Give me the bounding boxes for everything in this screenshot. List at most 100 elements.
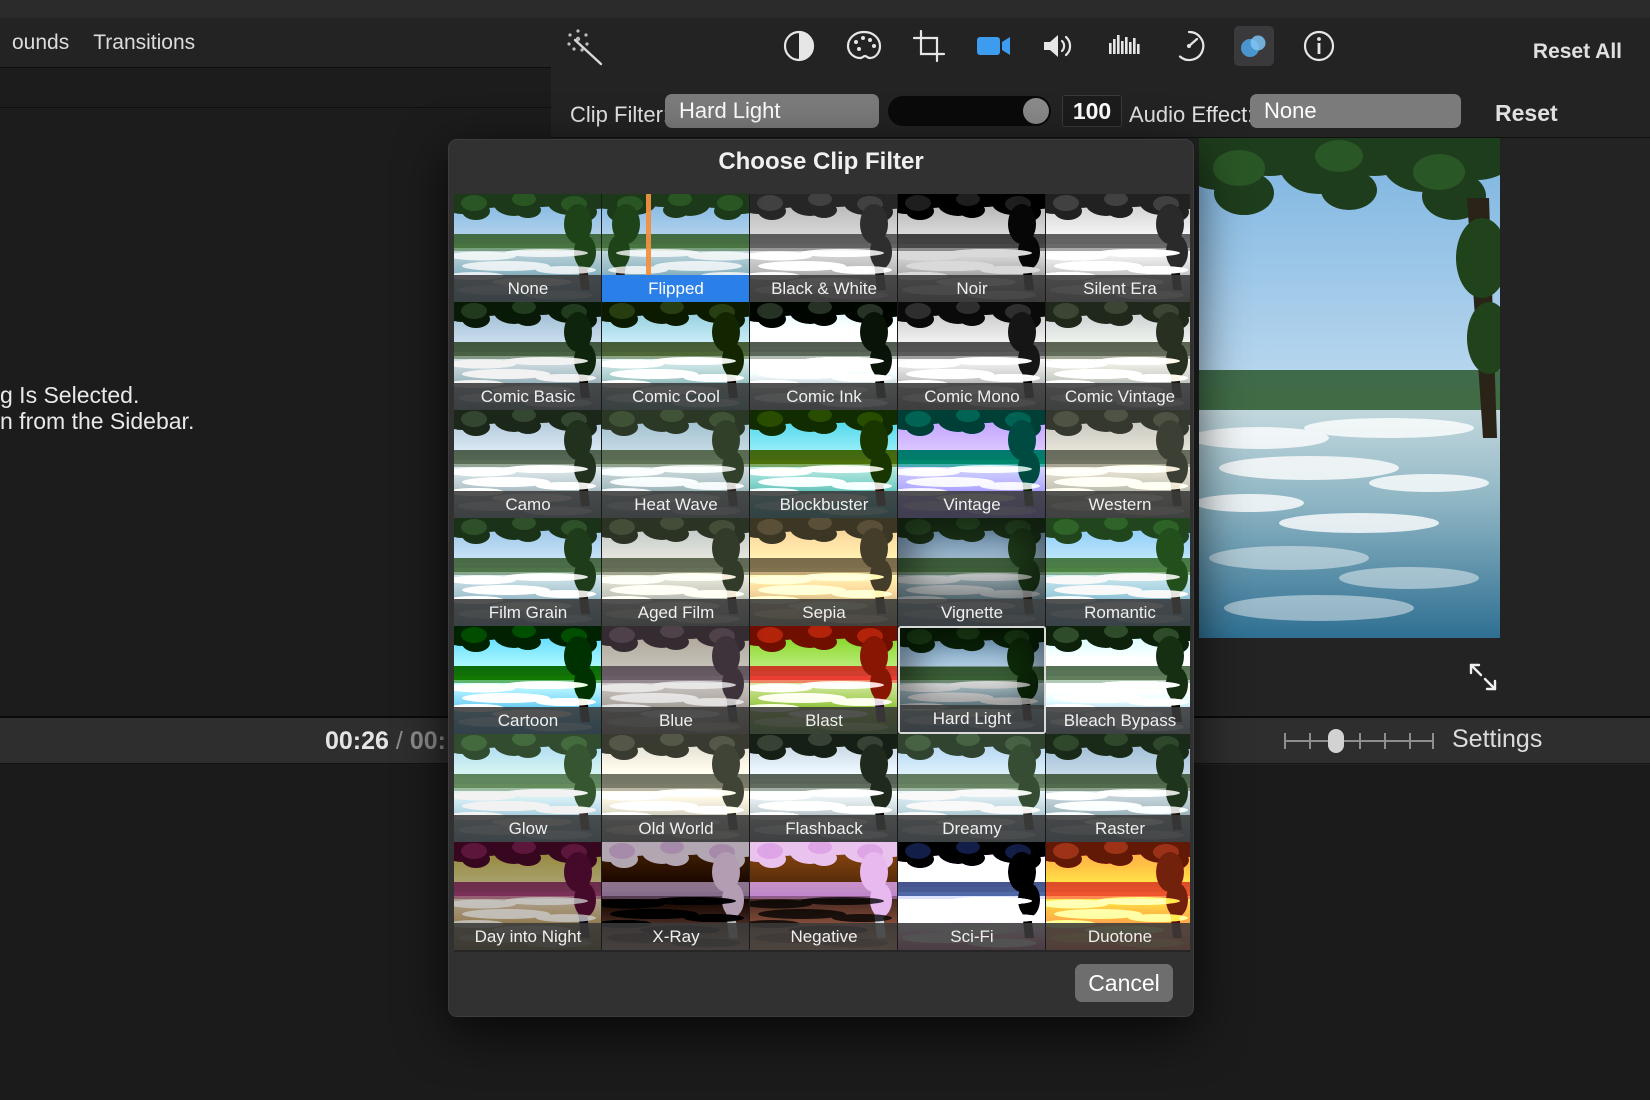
filter-label: Comic Cool <box>602 383 750 410</box>
clip-filter-popup-button[interactable]: Hard Light <box>665 94 879 128</box>
filter-cell-oldworld[interactable]: Old World <box>602 734 750 842</box>
filter-cell-western[interactable]: Western <box>1046 410 1190 518</box>
dialog-footer: Cancel <box>449 952 1194 1016</box>
audio-effect-label: Audio Effect: <box>1129 102 1253 128</box>
slider-tick <box>1432 733 1434 749</box>
filter-cell-bw[interactable]: Black & White <box>750 194 898 302</box>
filter-label: Flipped <box>602 275 750 302</box>
filter-cell-scifi[interactable]: Sci-Fi <box>898 842 1046 950</box>
filter-cell-blockbuster[interactable]: Blockbuster <box>750 410 898 518</box>
timecode-display: 00:26 / 00: <box>325 727 446 756</box>
filter-cell-duotone[interactable]: Duotone <box>1046 842 1190 950</box>
total-time: 00: <box>410 727 446 755</box>
filter-grid: None <box>454 194 1190 950</box>
color-correction-icon[interactable] <box>844 26 884 66</box>
filter-label: Duotone <box>1046 923 1190 950</box>
filter-cell-blue[interactable]: Blue <box>602 626 750 734</box>
slider-knob[interactable] <box>1023 98 1049 124</box>
volume-icon[interactable] <box>1039 26 1079 66</box>
filter-label: Comic Mono <box>898 383 1046 410</box>
browser-subheader <box>0 68 551 108</box>
filter-cell-romantic[interactable]: Romantic <box>1046 518 1190 626</box>
zoom-slider-knob[interactable] <box>1328 729 1344 753</box>
filter-label: Vintage <box>898 491 1046 518</box>
slider-tick <box>1284 733 1286 749</box>
clip-filter-label: Clip Filter: <box>570 102 669 128</box>
clip-filter-icon[interactable] <box>1234 26 1274 66</box>
filter-intensity-value[interactable]: 100 <box>1062 95 1122 127</box>
color-balance-icon[interactable] <box>779 26 819 66</box>
settings-button[interactable]: Settings <box>1452 725 1542 754</box>
filter-label: Glow <box>454 815 602 842</box>
filter-label: Sepia <box>750 599 898 626</box>
filter-cell-silent[interactable]: Silent Era <box>1046 194 1190 302</box>
filter-cell-vintage[interactable]: Vintage <box>898 410 1046 518</box>
video-preview <box>1199 138 1500 638</box>
empty-state-line2: n from the Sidebar. <box>0 408 300 434</box>
current-time: 00:26 <box>325 727 389 755</box>
filter-cell-sepia[interactable]: Sepia <box>750 518 898 626</box>
filter-cell-xray[interactable]: X-Ray <box>602 842 750 950</box>
filter-label: Comic Basic <box>454 383 602 410</box>
info-icon[interactable] <box>1299 26 1339 66</box>
filter-cell-raster[interactable]: Raster <box>1046 734 1190 842</box>
timeline-zoom-slider[interactable] <box>1284 728 1434 754</box>
auto-enhance-icon[interactable] <box>563 26 609 72</box>
filter-cell-comicink[interactable]: Comic Ink <box>750 302 898 410</box>
filter-cell-vignette[interactable]: Vignette <box>898 518 1046 626</box>
speed-icon[interactable] <box>1169 26 1209 66</box>
filter-cell-comicvintage[interactable]: Comic Vintage <box>1046 302 1190 410</box>
empty-state-line1: g Is Selected. <box>0 382 300 408</box>
filter-label: Flashback <box>750 815 898 842</box>
filter-cell-negative[interactable]: Negative <box>750 842 898 950</box>
filter-label: Cartoon <box>454 707 602 734</box>
filter-cell-cartoon[interactable]: Cartoon <box>454 626 602 734</box>
filter-label: X-Ray <box>602 923 750 950</box>
filter-cell-flipped[interactable]: Flipped <box>602 194 750 302</box>
reset-all-button[interactable]: Reset All <box>1533 40 1622 64</box>
filter-cell-comicmono[interactable]: Comic Mono <box>898 302 1046 410</box>
slider-tick <box>1384 733 1386 749</box>
filter-cell-daynight[interactable]: Day into Night <box>454 842 602 950</box>
filter-cell-glow[interactable]: Glow <box>454 734 602 842</box>
filter-grid-scroll[interactable]: None <box>454 194 1190 954</box>
tab-backgrounds[interactable]: ounds <box>0 31 81 55</box>
filter-label: Negative <box>750 923 898 950</box>
filter-cell-bleach[interactable]: Bleach Bypass <box>1046 626 1190 734</box>
filter-cell-blast[interactable]: Blast <box>750 626 898 734</box>
filter-label: Day into Night <box>454 923 602 950</box>
filter-cell-noir[interactable]: Noir <box>898 194 1046 302</box>
tab-transitions[interactable]: Transitions <box>81 31 207 55</box>
filter-cell-dreamy[interactable]: Dreamy <box>898 734 1046 842</box>
vignette-overlay <box>898 518 1045 599</box>
cancel-button[interactable]: Cancel <box>1075 964 1173 1002</box>
filter-label: Noir <box>898 275 1046 302</box>
filter-intensity-slider[interactable] <box>888 96 1051 126</box>
crop-icon[interactable] <box>909 26 949 66</box>
filter-cell-agedfilm[interactable]: Aged Film <box>602 518 750 626</box>
noise-reduction-icon[interactable] <box>1104 26 1144 66</box>
slider-tick <box>1309 733 1311 749</box>
filter-cell-heatwave[interactable]: Heat Wave <box>602 410 750 518</box>
filter-label: Vignette <box>898 599 1046 626</box>
expand-icon[interactable] <box>1466 660 1500 694</box>
vignette-overlay <box>900 628 1044 709</box>
choose-clip-filter-dialog: Choose Clip Filter <box>448 139 1194 1017</box>
filter-cell-flashback[interactable]: Flashback <box>750 734 898 842</box>
stabilization-icon[interactable] <box>974 26 1014 66</box>
timecode-separator: / <box>396 727 403 755</box>
browser-tabbar: ounds Transitions <box>0 18 551 68</box>
filter-cell-comiccool[interactable]: Comic Cool <box>602 302 750 410</box>
filter-cell-comicbasic[interactable]: Comic Basic <box>454 302 602 410</box>
filter-label: Western <box>1046 491 1190 518</box>
filter-cell-none[interactable]: None <box>454 194 602 302</box>
filter-cell-filmgrain[interactable]: Film Grain <box>454 518 602 626</box>
filter-label: Raster <box>1046 815 1190 842</box>
slider-tick <box>1409 733 1411 749</box>
filter-label: Blue <box>602 707 750 734</box>
reset-button[interactable]: Reset <box>1495 100 1558 127</box>
audio-effect-popup-button[interactable]: None <box>1250 94 1461 128</box>
filter-cell-camo[interactable]: Camo <box>454 410 602 518</box>
filter-label: Old World <box>602 815 750 842</box>
filter-cell-hardlight[interactable]: Hard Light <box>898 626 1046 734</box>
